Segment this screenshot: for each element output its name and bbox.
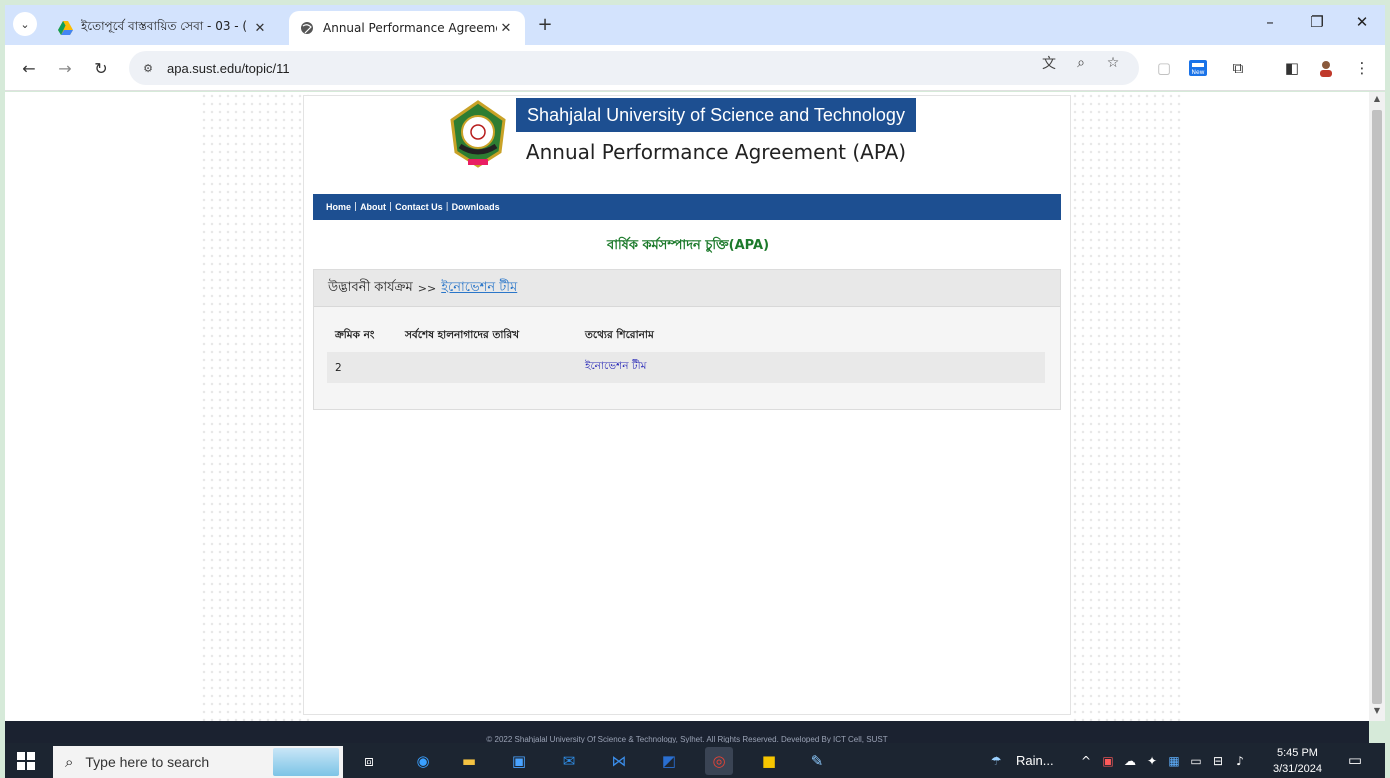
site-settings-icon[interactable]: ⚙: [137, 57, 159, 79]
nav-downloads-link[interactable]: Downloads: [452, 202, 500, 212]
task-view-icon[interactable]: ⧈: [355, 747, 383, 775]
nav-separator: |: [389, 202, 393, 212]
breadcrumb: উদ্ভাবনী কার্যক্রম >> ইনোভেশন টীম: [314, 270, 1060, 307]
university-logo: [446, 100, 510, 168]
weather-icon[interactable]: ☂: [988, 753, 1004, 769]
table-header-row: ক্রমিক নং সর্বশেষ হালনাগাদের তারিখ তথ্যে…: [327, 320, 1045, 352]
tab-title: ইতোপূর্বে বাস্তবায়িত সেবা - 03 - (: [81, 19, 248, 33]
decorative-pattern-left: [200, 92, 310, 721]
google-drive-icon: [57, 20, 73, 36]
taskbar-clock[interactable]: 5:45 PM 3/31/2024: [1273, 745, 1322, 777]
site-footer: © 2022 Shahjalal University Of Science &…: [5, 721, 1369, 743]
clock-date: 3/31/2024: [1273, 763, 1322, 775]
photos-icon[interactable]: ◩: [655, 747, 683, 775]
topic-link[interactable]: ইনোভেশন টীম: [585, 360, 646, 372]
paint-icon[interactable]: ✎: [803, 747, 831, 775]
chrome-icon[interactable]: ◎: [705, 747, 733, 775]
nav-separator: |: [354, 202, 358, 212]
reload-button[interactable]: ↻: [89, 56, 113, 80]
new-tab-button[interactable]: +: [533, 14, 557, 35]
column-header-title: তথ্যের শিরোনাম: [585, 328, 654, 341]
show-hidden-icons-icon[interactable]: ^: [1078, 753, 1094, 769]
page-title: Annual Performance Agreement (APA): [525, 140, 907, 164]
url-text[interactable]: apa.sust.edu/topic/11: [167, 61, 290, 76]
tab-title: Annual Performance Agreemen: [323, 21, 497, 35]
windows-start-icon[interactable]: [17, 752, 35, 770]
weather-text[interactable]: Rain...: [1016, 753, 1054, 768]
scroll-up-arrow[interactable]: ▲: [1369, 94, 1385, 108]
decorative-pattern-right: [1071, 92, 1181, 721]
profile-avatar[interactable]: [1315, 57, 1337, 79]
tray-sync-icon[interactable]: ☁: [1122, 753, 1138, 769]
breadcrumb-separator: >>: [417, 281, 437, 295]
tab-search-button[interactable]: ⌄: [13, 12, 37, 36]
taskbar-search[interactable]: ⌕ Type here to search: [53, 746, 343, 778]
cell-serial: 2: [327, 352, 397, 383]
bookmark-star-icon[interactable]: ☆: [1103, 53, 1123, 73]
svg-text:New: New: [1191, 69, 1204, 76]
column-header-serial: ক্রমিক নং: [335, 328, 375, 341]
notification-center-icon[interactable]: ▭: [1347, 751, 1363, 769]
vscode-icon[interactable]: ⋈: [605, 747, 633, 775]
tray-keyboard-icon[interactable]: ▦: [1166, 753, 1182, 769]
back-button[interactable]: ←: [17, 56, 41, 80]
file-explorer-icon[interactable]: ▬: [455, 747, 483, 775]
vertical-scrollbar[interactable]: ▲ ▼: [1369, 92, 1385, 721]
address-bar[interactable]: ⚙ apa.sust.edu/topic/11: [129, 51, 1139, 85]
topic-panel: উদ্ভাবনী কার্যক্রম >> ইনোভেশন টীম ক্রমিক…: [313, 269, 1061, 410]
extension-icon[interactable]: ▢: [1153, 57, 1175, 79]
column-header-date: সর্বশেষ হালনাগাদের তারিখ: [405, 328, 520, 341]
minimize-button[interactable]: –: [1255, 13, 1285, 31]
close-window-button[interactable]: ✕: [1347, 13, 1377, 31]
breadcrumb-parent: উদ্ভাবনী কার্যক্রম: [328, 279, 413, 295]
browser-toolbar: ← → ↻ ⚙ apa.sust.edu/topic/11 文 ⌕ ☆ ▢ Ne…: [5, 45, 1385, 91]
section-title: বার্ষিক কর্মসম্পাদন চুক্তি(APA): [606, 238, 770, 253]
topic-table: ক্রমিক নং সর্বশেষ হালনাগাদের তারিখ তথ্যে…: [327, 320, 1045, 383]
menu-kebab-icon[interactable]: ⋮: [1351, 57, 1373, 79]
cell-date: [397, 352, 577, 383]
nav-contact-link[interactable]: Contact Us: [395, 202, 443, 212]
windows-taskbar: ⌕ Type here to search ⧈ ◉ ▬ ▣ ✉ ⋈ ◩ ◎ ■ …: [5, 743, 1385, 778]
clock-time: 5:45 PM: [1276, 747, 1318, 759]
search-highlight-image: [273, 748, 339, 776]
search-icon: ⌕: [65, 753, 74, 771]
translate-icon[interactable]: 文: [1039, 53, 1059, 73]
globe-icon: [299, 20, 315, 36]
page-viewport: Shahjalal University of Science and Tech…: [5, 92, 1369, 721]
battery-icon[interactable]: ▭: [1188, 753, 1204, 769]
site-nav: Home | About | Contact Us | Downloads: [313, 194, 1061, 220]
scroll-down-arrow[interactable]: ▼: [1369, 706, 1385, 720]
side-panel-icon[interactable]: ◧: [1281, 57, 1303, 79]
nav-about-link[interactable]: About: [360, 202, 386, 212]
forward-button[interactable]: →: [53, 56, 77, 80]
cell-title: ইনোভেশন টীম: [577, 352, 1045, 383]
volume-icon[interactable]: ♪: [1232, 753, 1248, 769]
scroll-thumb[interactable]: [1372, 110, 1382, 704]
tab-strip: ⌄ ইতোপূর্বে বাস্তবায়িত সেবা - 03 - ( ✕ …: [5, 5, 1385, 45]
restore-button[interactable]: ❐: [1302, 13, 1332, 31]
tray-app-icon[interactable]: ▣: [1100, 753, 1116, 769]
new-extension-icon[interactable]: New: [1187, 57, 1209, 79]
mail-icon[interactable]: ✉: [555, 747, 583, 775]
tab-apa[interactable]: Annual Performance Agreemen ✕: [289, 11, 525, 45]
extensions-puzzle-icon[interactable]: ⧉: [1227, 57, 1249, 79]
search-placeholder: Type here to search: [85, 754, 210, 770]
tab-drive[interactable]: ইতোপূর্বে বাস্তবায়িত সেবা - 03 - ( ✕: [47, 11, 279, 45]
close-tab-icon[interactable]: ✕: [497, 21, 515, 36]
page-container: Shahjalal University of Science and Tech…: [303, 95, 1071, 715]
tray-security-icon[interactable]: ✦: [1144, 753, 1160, 769]
university-banner: Shahjalal University of Science and Tech…: [516, 98, 916, 132]
table-row: 2 ইনোভেশন টীম: [327, 352, 1045, 383]
breadcrumb-current-link[interactable]: ইনোভেশন টীম: [441, 278, 517, 299]
store-icon[interactable]: ▣: [505, 747, 533, 775]
close-tab-icon[interactable]: ✕: [251, 21, 269, 36]
sticky-notes-icon[interactable]: ■: [755, 747, 783, 775]
nav-home-link[interactable]: Home: [326, 202, 351, 212]
network-icon[interactable]: ⊟: [1210, 753, 1226, 769]
zoom-icon[interactable]: ⌕: [1071, 53, 1091, 73]
edge-icon[interactable]: ◉: [409, 747, 437, 775]
nav-separator: |: [445, 202, 449, 212]
